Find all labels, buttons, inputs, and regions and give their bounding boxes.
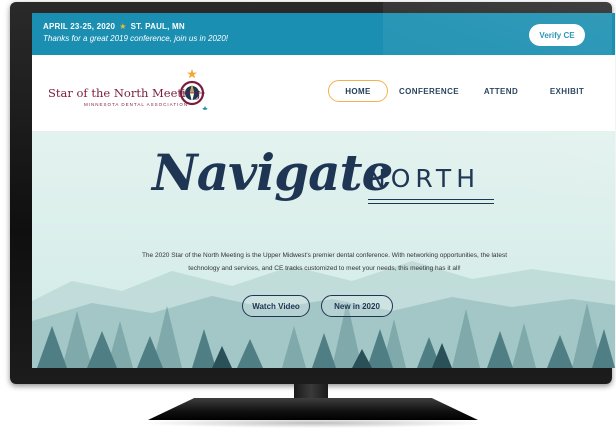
headline-caps: NORTH [367, 164, 481, 193]
nav-attend[interactable]: ATTEND [479, 80, 523, 102]
watch-video-button[interactable]: Watch Video [242, 295, 310, 317]
nav-home[interactable]: HOME [328, 80, 388, 102]
stand-shadow [140, 418, 486, 428]
nav-exhibit[interactable]: EXHIBIT [544, 80, 590, 102]
monitor-stand [148, 398, 478, 420]
main-nav: Star of the North Meeting MINNESOTA DENT… [32, 55, 615, 131]
announcement-bar: APRIL 23-25, 2020 ★ ST. PAUL, MN Thanks fo… [32, 13, 615, 55]
hero-section: Navigate NORTH The 2020 Star of the Nort… [32, 131, 615, 368]
event-info: APRIL 23-25, 2020 ★ ST. PAUL, MN [43, 22, 185, 31]
nav-conference[interactable]: CONFERENCE [399, 80, 459, 102]
hero-description: The 2020 Star of the North Meeting is th… [141, 252, 508, 272]
monitor-frame: APRIL 23-25, 2020 ★ ST. PAUL, MN Thanks fo… [10, 2, 615, 384]
logo-subtitle: MINNESOTA DENTAL ASSOCIATION [84, 102, 189, 107]
event-date: APRIL 23-25, 2020 [43, 22, 116, 31]
new-in-2020-button[interactable]: New in 2020 [321, 295, 393, 317]
star-icon: ★ [119, 22, 127, 31]
verify-ce-button[interactable]: Verify CE [529, 24, 585, 46]
compass-logo-icon[interactable] [175, 68, 209, 110]
website-screen: APRIL 23-25, 2020 ★ ST. PAUL, MN Thanks fo… [32, 13, 615, 368]
headline-script: Navigate [152, 143, 393, 202]
thanks-message: Thanks for a great 2019 conference, join… [43, 34, 229, 43]
event-location: ST. PAUL, MN [130, 22, 185, 31]
headline-underline [368, 199, 494, 204]
